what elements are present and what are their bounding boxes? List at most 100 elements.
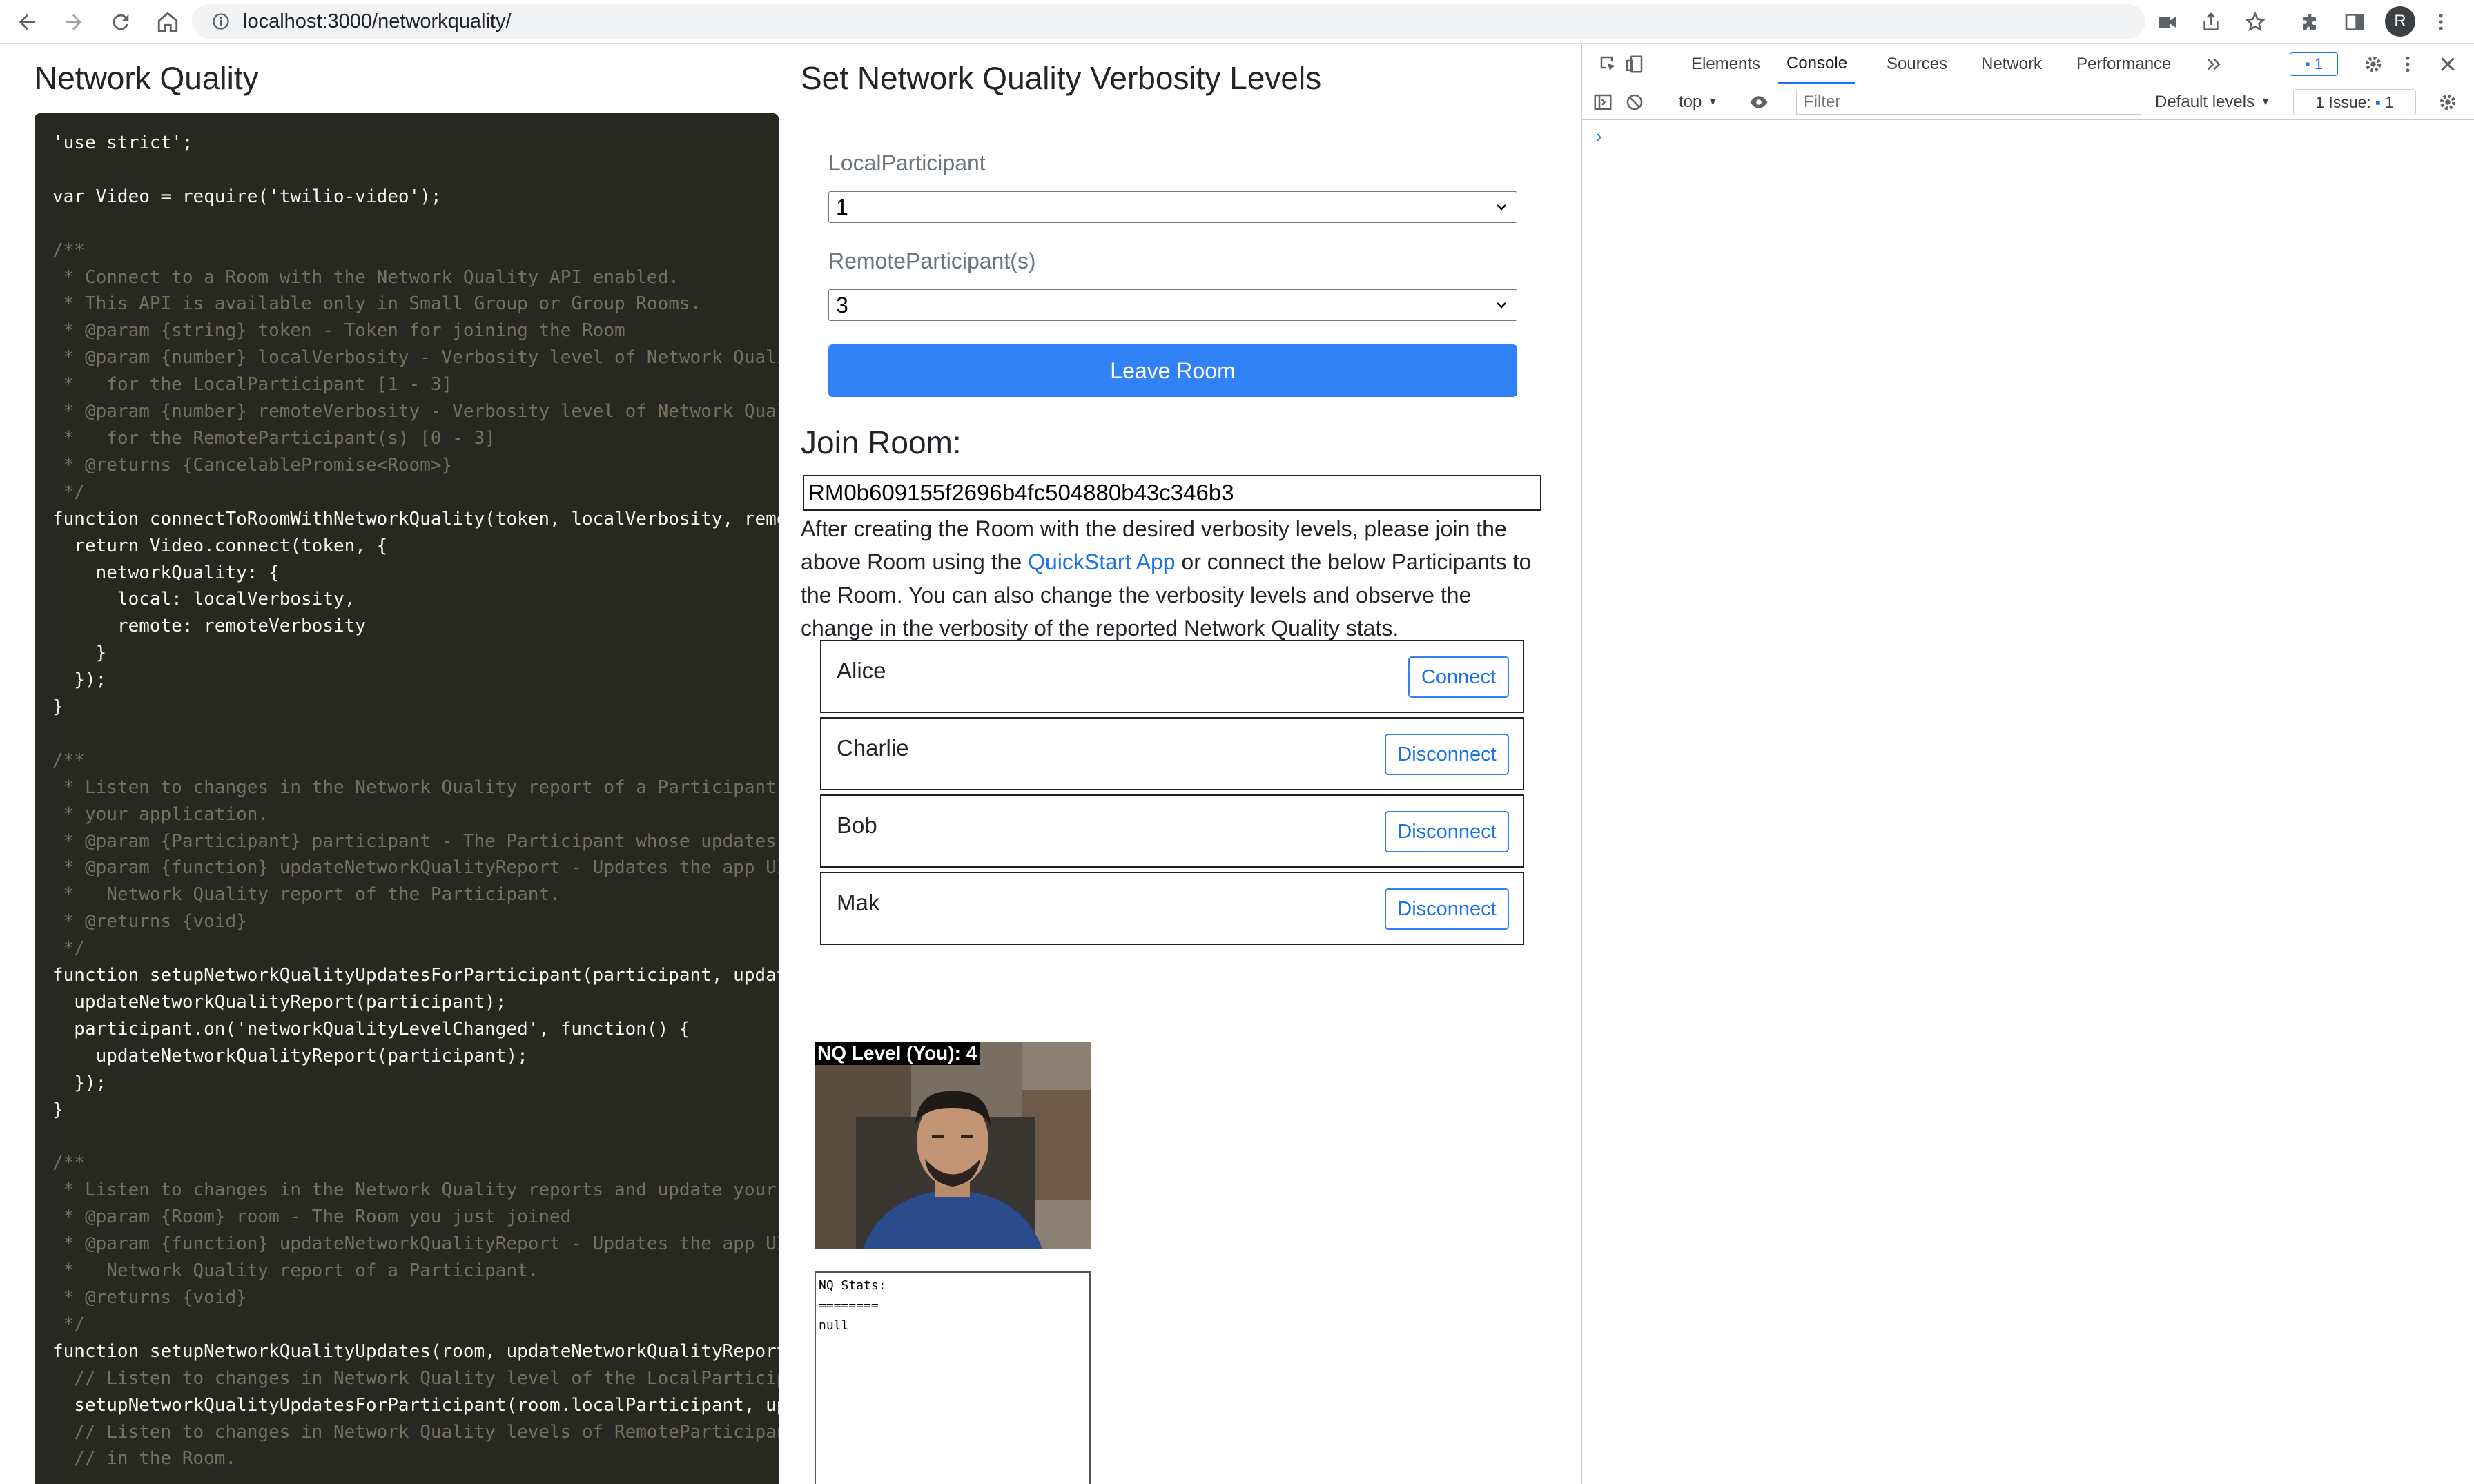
code-line: /** <box>52 750 85 771</box>
kebab-menu-icon[interactable] <box>2395 52 2420 77</box>
quickstart-link[interactable]: QuickStart App <box>1028 549 1175 574</box>
menu-icon[interactable] <box>2427 8 2455 36</box>
code-line: * Network Quality report of the Particip… <box>52 884 561 906</box>
code-line: networkQuality: { <box>52 562 280 583</box>
tab-elements[interactable]: Elements <box>1691 44 1760 84</box>
code-line: 'use strict'; <box>52 133 193 153</box>
code-line: * @returns {void} <box>52 1287 247 1308</box>
star-icon[interactable] <box>2241 8 2269 36</box>
local-participant-label: LocalParticipant <box>828 150 986 175</box>
participant-card: Mak Disconnect <box>820 872 1524 945</box>
participant-name: Charlie <box>837 735 909 761</box>
code-line: participant.on('networkQualityLevelChang… <box>52 1018 690 1039</box>
code-line: }); <box>52 1072 107 1093</box>
issues-button[interactable]: 1 Issue: ▪ 1 <box>2293 89 2416 115</box>
code-line: setupNetworkQualityUpdatesForParticipant… <box>52 1394 779 1416</box>
tab-network[interactable]: Network <box>1981 44 2042 84</box>
code-line: */ <box>52 1314 85 1335</box>
console-settings-icon[interactable] <box>2435 90 2460 115</box>
back-icon[interactable] <box>7 2 47 42</box>
code-block: 'use strict'; var Video = require('twili… <box>35 113 779 1484</box>
log-levels-select[interactable]: Default levels ▼ <box>2155 90 2271 115</box>
device-toolbar-icon[interactable] <box>1622 52 1647 77</box>
participant-name: Mak <box>837 890 880 915</box>
tab-sources[interactable]: Sources <box>1887 44 1947 84</box>
disconnect-button[interactable]: Disconnect <box>1385 734 1509 775</box>
chevron-down-icon <box>1497 204 1506 211</box>
issues-label: 1 Issue: <box>2315 92 2371 111</box>
room-sid-input[interactable]: RM0b609155f2696b4fc504880b43c346b3 <box>803 475 1541 511</box>
tab-performance[interactable]: Performance <box>2076 44 2171 84</box>
code-line: * @param {string} token - Token for join… <box>52 320 625 342</box>
console-filter-input[interactable]: Filter <box>1796 90 2141 115</box>
code-line: remote: remoteVerbosity <box>52 616 366 637</box>
disconnect-button[interactable]: Disconnect <box>1385 811 1509 852</box>
clear-console-icon[interactable] <box>1622 90 1647 115</box>
code-line: function setupNetworkQualityUpdates(room… <box>52 1340 779 1362</box>
leave-room-button[interactable]: Leave Room <box>828 344 1517 397</box>
console-prompt[interactable]: › <box>1596 126 1602 147</box>
page-content: Network Quality 'use strict'; var Video … <box>0 44 1581 1484</box>
context-select[interactable]: top ▼ <box>1679 90 1718 115</box>
messages-count: 1 <box>2314 55 2324 72</box>
code-line: * Network Quality report of a Participan… <box>52 1260 539 1282</box>
context-label: top <box>1679 92 1702 111</box>
join-room-title: Join Room: <box>801 424 962 460</box>
code-line: * @returns {CancelablePromise<Room>} <box>52 454 453 476</box>
connect-button[interactable]: Connect <box>1408 656 1509 698</box>
console-toolbar: top ▼ Filter Default levels ▼ 1 Issue: ▪ 1 <box>1582 84 2474 120</box>
code-line: // Listen to changes in Network Quality … <box>52 1421 779 1443</box>
code-line: /** <box>52 240 85 261</box>
close-icon[interactable] <box>2435 52 2460 77</box>
gear-icon[interactable] <box>2361 52 2386 77</box>
nq-stats-box: NQ Stats: ======== null <box>815 1271 1091 1484</box>
messages-badge[interactable]: ▪ 1 <box>2290 52 2338 76</box>
code-line: */ <box>52 481 85 502</box>
inspect-icon[interactable] <box>1596 52 1621 77</box>
reload-icon[interactable] <box>101 2 141 42</box>
code-line: updateNetworkQualityReport(participant); <box>52 1045 528 1066</box>
avatar[interactable]: R <box>2385 6 2415 37</box>
instructions-text: After creating the Room with the desired… <box>801 512 1546 645</box>
code-line: * for the RemoteParticipant(s) [0 - 3] <box>52 427 496 449</box>
chevron-down-icon <box>1497 302 1506 309</box>
disconnect-button[interactable]: Disconnect <box>1385 888 1509 930</box>
more-tabs-icon[interactable] <box>2201 52 2225 77</box>
code-line: }); <box>52 670 107 691</box>
local-verbosity-select[interactable]: 1 <box>828 191 1517 223</box>
sidepanel-icon[interactable] <box>2341 8 2368 36</box>
code-line: */ <box>52 938 85 959</box>
address-bar[interactable]: localhost:3000/networkquality/ <box>192 4 2145 39</box>
code-line: return Video.connect(token, { <box>52 535 388 556</box>
code-line: } <box>52 643 107 664</box>
forward-icon[interactable] <box>54 2 94 42</box>
tab-console[interactable]: Console <box>1778 44 1856 84</box>
code-line: * Connect to a Room with the Network Qua… <box>52 266 679 288</box>
code-line: * for the LocalParticipant [1 - 3] <box>52 374 453 396</box>
code-line: * @param {Room} room - The Room you just… <box>52 1207 572 1228</box>
info-icon[interactable] <box>211 12 231 31</box>
participant-card: Alice Connect <box>820 640 1524 713</box>
sidebar-toggle-icon[interactable] <box>1590 90 1615 115</box>
code-line: * @param {number} remoteVerbosity - Verb… <box>52 401 779 422</box>
code-line: function setupNetworkQualityUpdatesForPa… <box>52 965 779 986</box>
code-line: * @param {number} localVerbosity - Verbo… <box>52 347 779 369</box>
extensions-icon[interactable] <box>2297 8 2324 36</box>
issues-count: 1 <box>2384 92 2394 111</box>
page-title: Network Quality <box>35 60 259 96</box>
message-icon: ▪ <box>2375 92 2381 111</box>
code-line: * This API is available only in Small Gr… <box>52 293 701 315</box>
share-icon[interactable] <box>2197 8 2225 36</box>
participant-card: Bob Disconnect <box>820 794 1524 868</box>
camera-icon[interactable] <box>2154 8 2181 36</box>
code-line: var Video = require('twilio-video'); <box>52 186 442 207</box>
home-icon[interactable] <box>148 2 188 42</box>
devtools-panel: Elements Console Sources Network Perform… <box>1581 44 2474 1484</box>
eye-icon[interactable] <box>1746 90 1771 115</box>
dropdown-arrow-icon: ▼ <box>2260 96 2271 108</box>
participant-card: Charlie Disconnect <box>820 717 1524 790</box>
remote-verbosity-select[interactable]: 3 <box>828 289 1517 321</box>
levels-label: Default levels <box>2155 92 2255 111</box>
